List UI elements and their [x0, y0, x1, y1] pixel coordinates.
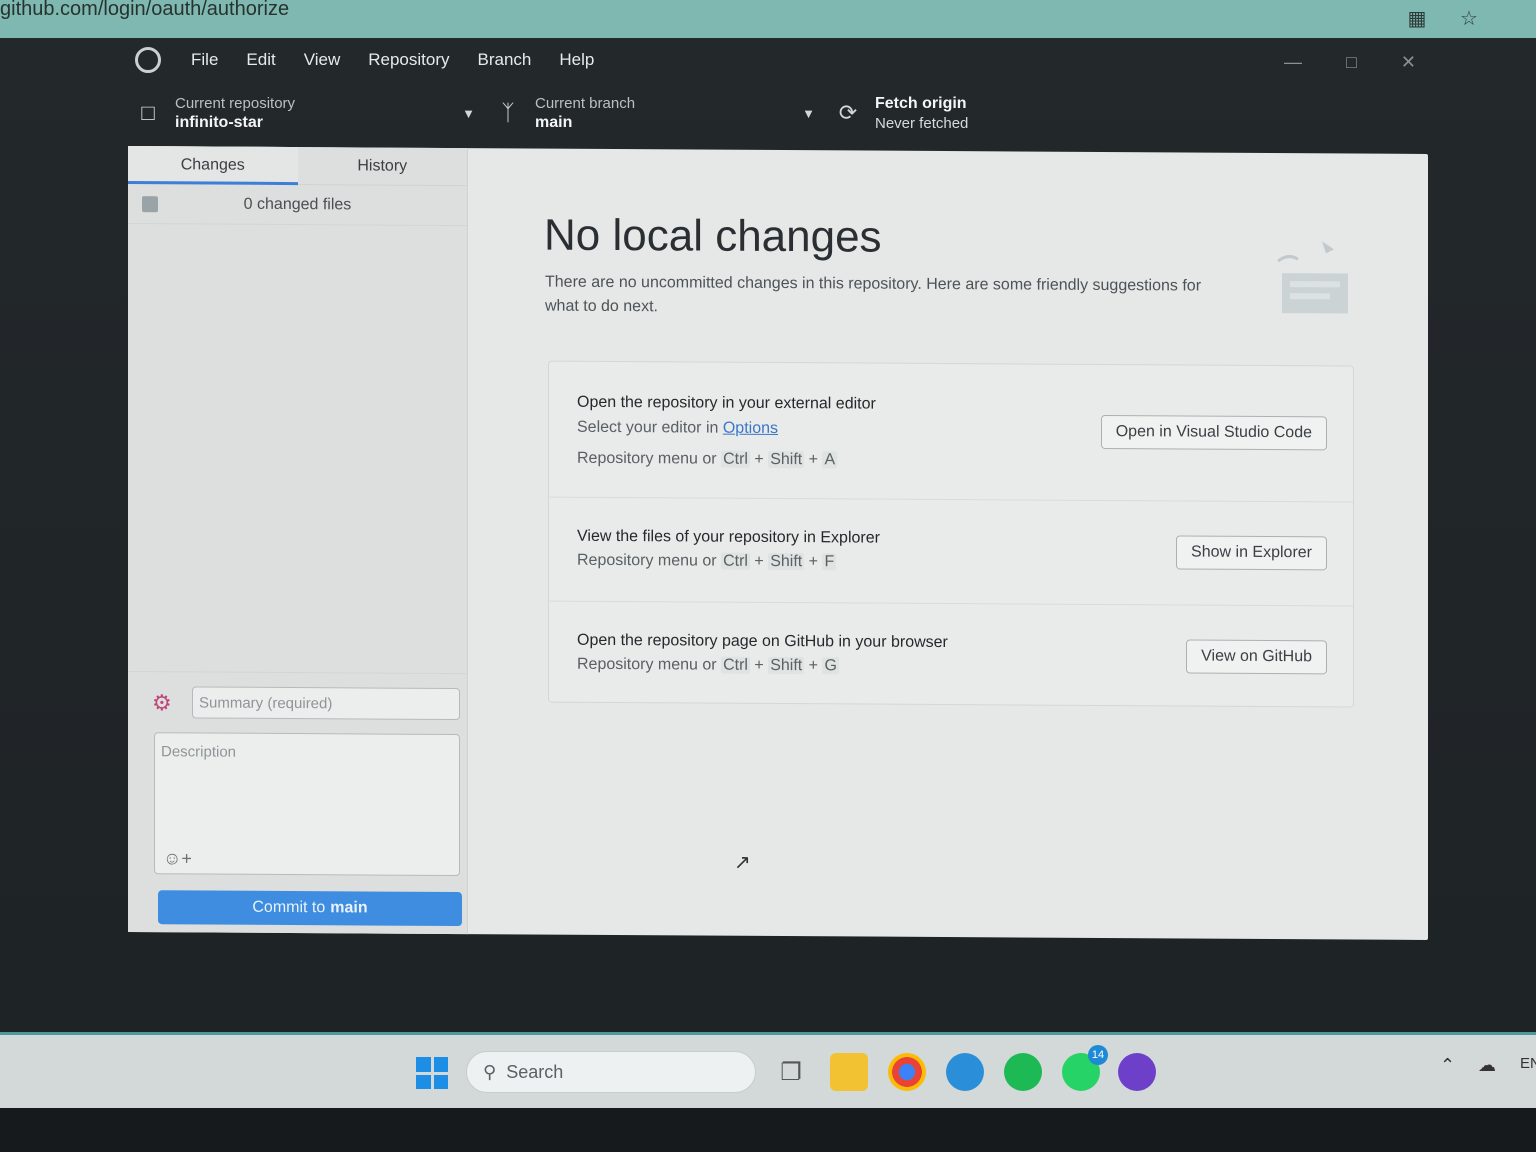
onedrive-cloud-icon[interactable]: ☁ [1478, 1055, 1496, 1076]
suggestion-shortcut: Repository menu or Ctrl + Shift + A [577, 449, 838, 469]
commit-button-prefix: Commit to [252, 898, 326, 917]
current-branch-label: Current branch [535, 94, 636, 112]
tab-history[interactable]: History [298, 147, 468, 185]
view-on-github-button[interactable]: View on GitHub [1186, 639, 1327, 675]
show-in-explorer-button[interactable]: Show in Explorer [1176, 535, 1327, 571]
suggestion-title: Open the repository page on GitHub in yo… [577, 631, 948, 652]
shortcut-prefix: Repository menu or [577, 551, 717, 570]
chevron-down-icon: ▼ [802, 105, 815, 121]
suggestions-panel: Open the repository in your external edi… [548, 360, 1354, 709]
current-repository-button[interactable]: □ Current repository infinito-star ▼ [135, 84, 475, 142]
key-ctrl: Ctrl [721, 656, 750, 674]
commit-area: ⚙ Summary (required) Description ☺+ Comm… [128, 671, 468, 934]
shortcut-prefix: Repository menu or [577, 449, 717, 468]
key-a: A [822, 451, 838, 469]
screen-bezel [0, 1108, 1536, 1152]
suggestion-shortcut: Repository menu or Ctrl + Shift + G [577, 655, 839, 675]
extensions-icon[interactable]: ▦ [1405, 6, 1429, 30]
empty-state-illustration [1277, 241, 1348, 314]
close-icon[interactable]: ✕ [1401, 52, 1416, 73]
page-subtitle: There are no uncommitted changes in this… [545, 273, 1202, 316]
whatsapp-icon[interactable]: 14 [1062, 1045, 1108, 1091]
repository-icon: □ [141, 100, 155, 125]
app-menubar: File Edit View Repository Branch Help [135, 42, 606, 78]
commit-button[interactable]: Commit to main [158, 890, 462, 927]
key-shift: Shift [768, 656, 805, 675]
suggestion-title: Open the repository in your external edi… [577, 393, 876, 413]
fetch-origin-button[interactable]: ⟳ Fetch origin Never fetched [835, 84, 1095, 142]
maximize-icon[interactable]: □ [1346, 52, 1357, 73]
menu-file[interactable]: File [179, 50, 230, 70]
chrome-icon[interactable] [888, 1053, 926, 1091]
tray-chevron-up-icon[interactable]: ⌃ [1440, 1055, 1455, 1076]
suggestion-line: Select your editor in Options [577, 419, 778, 438]
star-icon[interactable]: ☆ [1457, 6, 1481, 30]
key-ctrl: Ctrl [721, 450, 750, 468]
suggestion-shortcut: Repository menu or Ctrl + Shift + F [577, 551, 837, 571]
current-branch-button[interactable]: ᛉ Current branch main ▼ [495, 84, 815, 142]
menu-edit[interactable]: Edit [234, 50, 287, 70]
whatsapp-badge: 14 [1088, 1045, 1108, 1065]
github-desktop-icon[interactable] [1118, 1053, 1156, 1091]
avatar-icon: ⚙ [152, 690, 172, 716]
key-shift: Shift [768, 552, 805, 571]
windows-start-icon[interactable] [416, 1057, 448, 1089]
task-view-icon[interactable]: ❐ [772, 1053, 810, 1091]
commit-button-branch: main [330, 899, 368, 917]
app-window: Changes History 0 changed files ⚙ Summar… [128, 146, 1428, 940]
summary-input[interactable]: Summary (required) [192, 686, 460, 721]
taskbar-search-label: Search [506, 1061, 564, 1082]
window-controls: — □ ✕ [1284, 52, 1416, 73]
language-indicator[interactable]: EN [1520, 1055, 1536, 1072]
search-icon: ⚲ [483, 1061, 497, 1082]
menu-help[interactable]: Help [547, 50, 606, 70]
key-shift: Shift [768, 450, 805, 469]
menu-branch[interactable]: Branch [466, 50, 544, 70]
add-coauthor-icon[interactable]: ☺+ [163, 848, 192, 869]
mouse-cursor-icon: ↗ [734, 851, 751, 874]
key-g: G [822, 657, 839, 675]
taskbar-search[interactable]: ⚲ Search [466, 1051, 756, 1093]
chevron-down-icon: ▼ [462, 105, 475, 121]
suggestion-external-editor: Open the repository in your external edi… [549, 361, 1353, 503]
file-explorer-icon[interactable] [830, 1053, 868, 1091]
edge-icon[interactable] [946, 1053, 984, 1091]
description-placeholder: Description [161, 743, 237, 761]
options-link[interactable]: Options [723, 420, 778, 437]
spotify-icon[interactable] [1004, 1053, 1042, 1091]
current-repository-value: infinito-star [175, 113, 263, 131]
github-logo-icon [135, 47, 161, 73]
taskbar: ⚲ Search ❐ 14 ⌃ ☁ EN [0, 1032, 1536, 1108]
sidebar-tabs: Changes History [128, 146, 468, 187]
key-f: F [822, 553, 837, 571]
menu-view[interactable]: View [292, 50, 353, 70]
fetch-status: Never fetched [875, 114, 969, 132]
current-branch-value: main [535, 113, 573, 131]
changed-files-count: 0 changed files [243, 195, 352, 213]
description-input[interactable]: Description ☺+ [154, 732, 460, 877]
main-content: No local changes There are no uncommitte… [468, 148, 1428, 940]
browser-address-bar[interactable]: github.com/login/oauth/authorize ▦ ☆ [0, 0, 1536, 38]
suggestion-explorer: View the files of your repository in Exp… [549, 497, 1353, 607]
branch-icon: ᛉ [501, 100, 515, 125]
suggestion-title: View the files of your repository in Exp… [577, 527, 880, 547]
tab-changes[interactable]: Changes [128, 146, 298, 185]
key-ctrl: Ctrl [721, 552, 750, 570]
changed-files-header: 0 changed files [128, 184, 467, 227]
minimize-icon[interactable]: — [1284, 52, 1302, 73]
sync-icon: ⟳ [838, 100, 858, 125]
menu-repository[interactable]: Repository [356, 50, 461, 70]
fetch-origin-label: Fetch origin [875, 94, 967, 112]
shortcut-prefix: Repository menu or [577, 655, 717, 674]
page-title: No local changes [544, 210, 882, 262]
open-in-vscode-button[interactable]: Open in Visual Studio Code [1100, 414, 1327, 451]
browser-url[interactable]: github.com/login/oauth/authorize [0, 0, 289, 21]
suggestion-text: Select your editor in [577, 418, 719, 437]
select-all-checkbox[interactable] [142, 195, 158, 212]
current-repository-label: Current repository [175, 94, 296, 112]
app-toolbar: □ Current repository infinito-star ▼ ᛉ C… [135, 84, 1135, 142]
suggestion-github: Open the repository page on GitHub in yo… [549, 602, 1353, 709]
sidebar: Changes History 0 changed files ⚙ Summar… [128, 146, 468, 935]
